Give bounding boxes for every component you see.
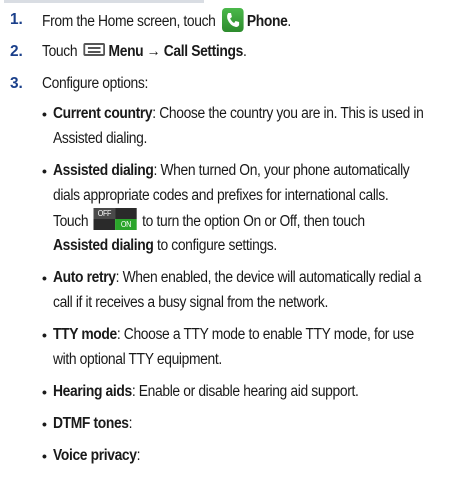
option-term: Voice privacy — [53, 447, 137, 464]
step-1-number: 1. — [10, 11, 23, 28]
option-desc: : Choose the country you are in. This is… — [152, 105, 424, 122]
option-assisted-dialing: Assisted dialing: When turned On, your p… — [53, 161, 410, 181]
assisted-dialing-bold: Assisted dialing — [53, 237, 154, 254]
step-2-bold: Menu → Call Settings — [108, 43, 244, 60]
option-voice-privacy: Voice privacy: — [53, 446, 140, 466]
step-2-post: . — [242, 43, 247, 60]
bullet: • — [42, 270, 47, 286]
touch-pre: Touch — [53, 213, 89, 231]
step-1-post: . — [287, 13, 291, 31]
touch-post: to turn the option On or Off, then touch — [142, 213, 365, 231]
phone-icon — [221, 8, 244, 32]
step-3-number: 3. — [10, 75, 23, 92]
option-tty-mode-line2: with optional TTY equipment. — [53, 351, 222, 368]
page: 1. From the Home screen, touch Phone. 2.… — [0, 0, 475, 490]
option-hearing-aids: Hearing aids: Enable or disable hearing … — [53, 382, 359, 402]
option-auto-retry-line2: call if it receives a busy signal from t… — [53, 294, 328, 311]
on-off-toggle-icon: OFF ON — [93, 208, 137, 230]
step-2-text: Touch Menu → Call Settings. — [42, 42, 247, 62]
menu-icon — [83, 43, 105, 57]
option-current-country-line2: Assisted dialing. — [53, 130, 147, 147]
bullet: • — [42, 384, 47, 400]
option-term: Current country — [53, 105, 153, 122]
option-auto-retry: Auto retry: When enabled, the device wil… — [53, 268, 421, 288]
option-desc: : — [136, 447, 141, 464]
toggle-on-label: ON — [115, 219, 137, 230]
step-1-bold: Phone — [246, 13, 288, 31]
bullet: • — [42, 416, 47, 432]
step-1-text: From the Home screen, touch Phone. — [42, 8, 291, 34]
option-assisted-dialing-line3: Touch OFF ON to turn the option On or Off, … — [53, 208, 365, 233]
toggle-off-label: OFF — [93, 208, 116, 219]
option-term: TTY mode — [53, 326, 117, 343]
step-3-text: Configure options: — [42, 75, 148, 92]
option-desc: : When turned On, your phone automatical… — [153, 162, 410, 179]
option-term: Hearing aids — [53, 383, 132, 400]
step-2-number: 2. — [10, 43, 23, 60]
option-term: Auto retry — [53, 269, 116, 286]
option-current-country: Current country: Choose the country you … — [53, 104, 424, 124]
option-desc: : Choose a TTY mode to enable TTY mode, … — [116, 326, 414, 343]
option-dtmf-tones: DTMF tones: — [53, 414, 133, 434]
option-desc: : When enabled, the device will automati… — [115, 269, 422, 286]
option-term: DTMF tones — [53, 415, 129, 432]
option-desc: : — [128, 415, 133, 432]
option-term: Assisted dialing — [53, 162, 154, 179]
bullet: • — [42, 327, 47, 343]
step-1-pre: From the Home screen, touch — [42, 13, 220, 31]
end-post: to configure settings. — [153, 237, 277, 254]
option-tty-mode: TTY mode: Choose a TTY mode to enable TT… — [53, 325, 414, 345]
step-2-pre: Touch — [42, 43, 81, 60]
bullet: • — [42, 448, 47, 464]
bullet: • — [42, 163, 47, 179]
option-assisted-dialing-line2: dials appropriate codes and prefixes for… — [53, 187, 389, 204]
top-rule — [0, 0, 475, 6]
bullet: • — [42, 106, 47, 122]
option-desc: : Enable or disable hearing aid support. — [131, 383, 359, 400]
option-assisted-dialing-line4: Assisted dialing to configure settings. — [53, 236, 277, 256]
